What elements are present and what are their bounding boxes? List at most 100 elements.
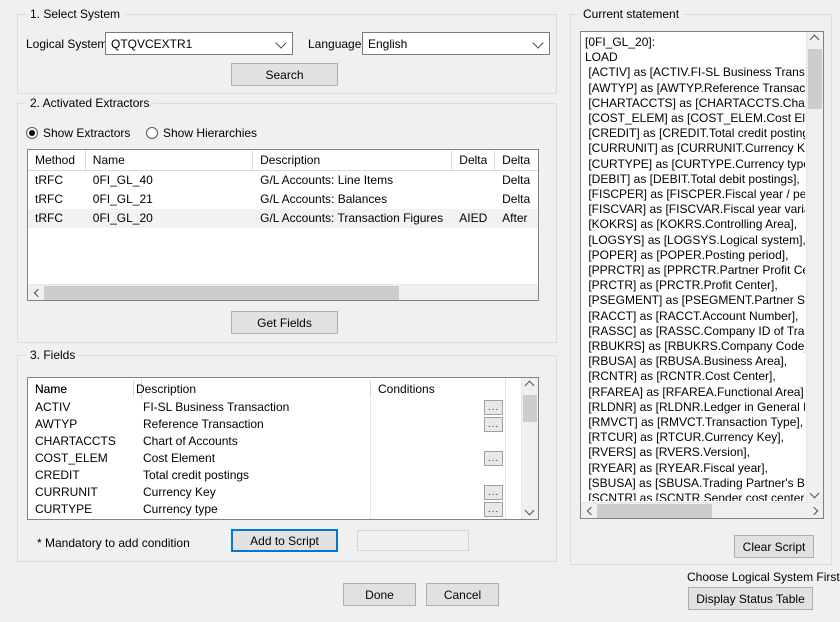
condition-ellipsis-button[interactable]: ... bbox=[484, 451, 503, 466]
fields-vertical-scrollbar[interactable] bbox=[521, 378, 538, 519]
fields-table[interactable]: Name Description Description Name Descri… bbox=[27, 377, 539, 520]
language-dropdown[interactable]: English bbox=[362, 32, 550, 55]
table-row[interactable]: tRFC 0FI_GL_21 G/L Accounts: Balances De… bbox=[28, 190, 538, 209]
cell-name: AWTYP bbox=[35, 417, 78, 431]
cell-delta-2: Delta bbox=[502, 192, 531, 206]
current-statement-script: [0FI_GL_20]: LOAD [ACTIV] as [ACTIV.FI-S… bbox=[585, 35, 805, 501]
cell-method: tRFC bbox=[35, 192, 63, 206]
fields-group: 3. Fields Name Description Description N… bbox=[17, 348, 557, 562]
cell-delta-1 bbox=[452, 171, 495, 190]
activated-extractors-group: 2. Activated Extractors Show Extractors … bbox=[17, 96, 557, 343]
radio-show-extractors[interactable]: Show Extractors bbox=[26, 126, 130, 140]
table-row[interactable]: tRFC 0FI_GL_20 G/L Accounts: Transaction… bbox=[28, 209, 538, 228]
status-hint-label: Choose Logical System First bbox=[687, 570, 840, 584]
column-header-description: Description bbox=[253, 150, 453, 170]
current-statement-title: Current statement bbox=[579, 7, 684, 21]
cell-name: COST_ELEM bbox=[35, 451, 108, 465]
list-item[interactable]: CURRUNIT Currency Key bbox=[28, 484, 521, 501]
search-button[interactable]: Search bbox=[231, 63, 338, 86]
chevron-down-icon bbox=[527, 33, 549, 54]
table-row[interactable]: tRFC 0FI_GL_40 G/L Accounts: Line Items … bbox=[28, 171, 538, 190]
extractors-table[interactable]: Method Name Description Delta Delta tRFC… bbox=[27, 149, 539, 301]
cell-description: Reference Transaction bbox=[143, 417, 264, 431]
scrollbar-thumb[interactable] bbox=[523, 395, 537, 422]
list-item[interactable]: CHARTACCTS Chart of Accounts bbox=[28, 433, 521, 450]
column-divider bbox=[370, 380, 371, 397]
conditions-column-divider bbox=[370, 399, 371, 519]
scroll-right-icon[interactable] bbox=[807, 503, 823, 519]
done-button[interactable]: Done bbox=[343, 583, 416, 606]
list-item[interactable]: ACTIV FI-SL Business Transaction bbox=[28, 399, 521, 416]
mandatory-condition-note: * Mandatory to add condition bbox=[37, 536, 190, 550]
current-statement-textarea[interactable]: [0FI_GL_20]: LOAD [ACTIV] as [ACTIV.FI-S… bbox=[580, 31, 824, 519]
cell-name: 0FI_GL_40 bbox=[92, 173, 153, 187]
language-value: English bbox=[368, 36, 408, 51]
extractors-table-header: Method Name Description Delta Delta bbox=[28, 150, 538, 171]
radio-show-hierarchies[interactable]: Show Hierarchies bbox=[146, 126, 257, 140]
cell-name: 0FI_GL_20 bbox=[92, 211, 153, 225]
select-system-title: 1. Select System bbox=[26, 7, 125, 21]
cell-name: CURRUNIT bbox=[35, 485, 98, 499]
condition-ellipsis-button[interactable]: ... bbox=[484, 485, 503, 500]
radio-selected-icon bbox=[26, 127, 38, 139]
cell-description: G/L Accounts: Line Items bbox=[260, 173, 394, 187]
cell-name: CURTYPE bbox=[35, 502, 93, 516]
cell-name: ACTIV bbox=[35, 400, 71, 414]
scroll-down-icon[interactable] bbox=[807, 486, 823, 502]
statement-horizontal-scrollbar[interactable] bbox=[581, 502, 823, 518]
scrollbar-thumb[interactable] bbox=[44, 285, 399, 300]
cell-method: tRFC bbox=[35, 173, 63, 187]
list-item[interactable]: COST_ELEM Cost Element bbox=[28, 450, 521, 467]
column-header-description: Description bbox=[136, 382, 197, 396]
statement-vertical-scrollbar[interactable] bbox=[806, 32, 823, 502]
cell-description: Total credit postings bbox=[143, 468, 250, 482]
fields-table-body: ACTIV FI-SL Business Transaction AWTYP R… bbox=[28, 399, 521, 518]
radio-unselected-icon bbox=[146, 127, 158, 139]
scroll-up-icon[interactable] bbox=[522, 378, 538, 394]
condition-preview-input[interactable] bbox=[357, 530, 469, 551]
cell-description: Currency Key bbox=[143, 485, 216, 499]
radio-show-hierarchies-label: Show Hierarchies bbox=[163, 126, 258, 140]
activated-extractors-title: 2. Activated Extractors bbox=[26, 96, 154, 110]
fields-header-row: Name Description Conditions bbox=[28, 378, 521, 400]
condition-ellipsis-button[interactable]: ... bbox=[484, 502, 503, 517]
logical-system-label: Logical System: bbox=[26, 37, 111, 51]
condition-ellipsis-button[interactable]: ... bbox=[484, 417, 503, 432]
current-statement-group: Current statement [0FI_GL_20]: LOAD [ACT… bbox=[570, 7, 832, 565]
column-header-name: Name bbox=[86, 150, 254, 170]
clear-script-button[interactable]: Clear Script bbox=[734, 535, 814, 558]
get-fields-button[interactable]: Get Fields bbox=[231, 311, 338, 334]
extractors-table-body: tRFC 0FI_GL_40 G/L Accounts: Line Items … bbox=[28, 171, 538, 228]
conditions-right-divider bbox=[505, 378, 506, 519]
column-header-delta-2: Delta bbox=[502, 153, 531, 167]
cell-description: Cost Element bbox=[143, 451, 216, 465]
scroll-up-icon[interactable] bbox=[807, 32, 823, 48]
chevron-down-icon bbox=[270, 33, 292, 54]
column-divider bbox=[133, 380, 134, 397]
add-to-script-button[interactable]: Add to Script bbox=[231, 529, 338, 552]
column-header-delta-1: Delta bbox=[452, 150, 496, 170]
scrollbar-thumb[interactable] bbox=[597, 503, 712, 518]
logical-system-dropdown[interactable]: QTQVCEXTR1 bbox=[105, 32, 293, 55]
cell-delta-2: Delta bbox=[502, 173, 531, 187]
scrollbar-thumb[interactable] bbox=[808, 49, 822, 109]
cell-name: 0FI_GL_21 bbox=[92, 192, 153, 206]
extractors-horizontal-scrollbar[interactable] bbox=[28, 284, 538, 300]
scroll-down-icon[interactable] bbox=[522, 503, 538, 519]
cell-description: G/L Accounts: Transaction Figures bbox=[260, 211, 444, 225]
condition-ellipsis-button[interactable]: ... bbox=[484, 400, 503, 415]
list-item[interactable]: AWTYP Reference Transaction bbox=[28, 416, 521, 433]
column-header-conditions: Conditions bbox=[378, 382, 435, 396]
fields-title: 3. Fields bbox=[26, 348, 80, 362]
language-label: Language: bbox=[308, 37, 365, 51]
cell-description: FI-SL Business Transaction bbox=[143, 400, 290, 414]
list-item[interactable]: CURTYPE Currency type bbox=[28, 501, 521, 518]
scroll-left-icon[interactable] bbox=[581, 503, 597, 519]
cell-delta-2: After bbox=[502, 211, 528, 225]
cell-name: CREDIT bbox=[35, 468, 80, 482]
scroll-left-icon[interactable] bbox=[28, 285, 44, 301]
list-item[interactable]: CREDIT Total credit postings bbox=[28, 467, 521, 484]
display-status-table-button[interactable]: Display Status Table bbox=[688, 587, 813, 610]
logical-system-value: QTQVCEXTR1 bbox=[111, 36, 193, 51]
cancel-button[interactable]: Cancel bbox=[426, 583, 499, 606]
